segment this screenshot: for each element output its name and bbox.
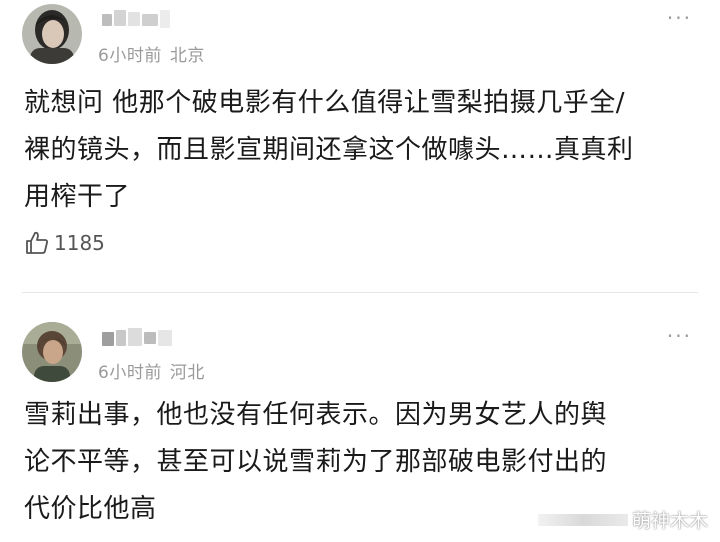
username[interactable] <box>100 8 180 30</box>
comment-time: 6小时前 <box>98 46 162 66</box>
avatar[interactable] <box>22 4 82 64</box>
watermark-text: 萌神木木 <box>631 509 708 532</box>
comment-location: 北京 <box>169 46 205 66</box>
comment-divider <box>22 292 698 293</box>
comment-item: 6小时前 河北 ··· 雪莉出事，他也没有任何表示。因为男女艺人的舆 论不平等，甚… <box>0 298 720 542</box>
avatar-image <box>22 322 82 382</box>
avatar[interactable] <box>22 322 82 382</box>
watermark: 萌神木木 <box>537 502 708 536</box>
comment-text-line: 雪莉出事，他也没有任何表示。因为男女艺人的舆 <box>24 400 608 430</box>
comment-text-line: 就想问 他那个破电影有什么值得让雪梨拍摄几乎全/ <box>24 88 626 118</box>
username[interactable] <box>100 326 180 348</box>
comment-text-line: 裸的镜头，而且影宣期间还拿这个做噱头……真真利 <box>24 135 634 165</box>
like-button[interactable]: 1185 <box>24 230 105 256</box>
comment-text: 雪莉出事，他也没有任何表示。因为男女艺人的舆 论不平等，甚至可以说雪莉为了那部破… <box>24 392 700 533</box>
avatar-image <box>22 4 82 64</box>
thumbs-up-icon <box>26 231 48 254</box>
watermark-blur <box>537 514 628 526</box>
comment-text: 就想问 他那个破电影有什么值得让雪梨拍摄几乎全/ 裸的镜头，而且影宣期间还拿这个… <box>24 80 700 221</box>
comment-meta: 6小时前 北京 <box>98 41 205 66</box>
comment-item: 6小时前 北京 ··· 就想问 他那个破电影有什么值得让雪梨拍摄几乎全/ 裸的镜头… <box>0 0 720 292</box>
comment-time: 6小时前 <box>98 363 162 383</box>
comment-meta: 6小时前 河北 <box>98 358 205 383</box>
comment-location: 河北 <box>169 363 205 383</box>
more-options-icon[interactable]: ··· <box>667 326 692 346</box>
comment-text-line: 论不平等，甚至可以说雪莉为了那部破电影付出的 <box>24 447 608 477</box>
comment-text-line: 用榨干了 <box>24 182 131 212</box>
like-count: 1185 <box>54 231 105 255</box>
more-options-icon[interactable]: ··· <box>667 8 692 28</box>
